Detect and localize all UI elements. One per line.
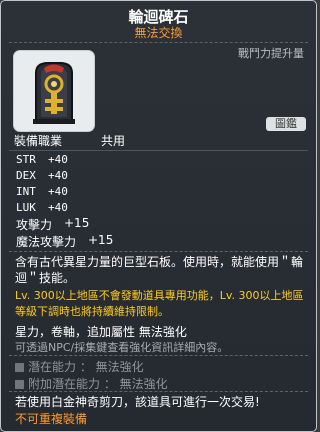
stat-label: LUK <box>16 201 36 214</box>
enhance-status: 星力，卷軸，追加屬性 無法強化 <box>15 325 187 339</box>
tombstone-item-icon <box>33 62 75 124</box>
job-label: 裝備職業 <box>14 134 63 148</box>
item-description: 含有古代異星力量的巨型石板。使用時，就能使用＂輪迴＂技能。 <box>15 255 304 285</box>
stat-label: 魔法攻擊力 <box>16 235 77 249</box>
stat-value: +15 <box>88 233 114 247</box>
divider <box>9 42 308 43</box>
stat-label: STR <box>16 153 36 166</box>
stat-label: 攻擊力 <box>16 218 53 232</box>
potential-icon <box>15 363 24 372</box>
stat-luk: LUK +40 <box>16 201 68 214</box>
stat-dex: DEX +40 <box>16 169 68 182</box>
scissors-notice: 若使用白金神奇剪刀，該道具可進行一次交易! <box>15 395 260 409</box>
stat-label: INT <box>16 185 36 198</box>
trade-status: 無法交換 <box>134 26 183 40</box>
stat-value: +40 <box>48 185 68 198</box>
divider <box>9 391 308 392</box>
stat-value: +40 <box>48 201 68 214</box>
stat-value: +15 <box>64 216 90 230</box>
divider <box>9 150 308 151</box>
divider <box>9 355 308 356</box>
job-value: 共用 <box>101 134 126 148</box>
bonus-potential-icon <box>15 380 24 389</box>
enhance-note: 可透過NPC/採集鍵查看強化資訊詳細內容。 <box>15 341 229 354</box>
stat-str: STR +40 <box>16 153 68 166</box>
stat-magic-attack: 魔法攻擊力 +15 <box>16 233 113 250</box>
stat-value: +40 <box>48 169 68 182</box>
bonus-potential-text: 附加潛在能力 ： 無法強化 <box>28 377 168 391</box>
potential-line: 潛在能力 ： 無法強化 <box>15 358 144 375</box>
stat-value: +40 <box>48 153 68 166</box>
stat-attack: 攻擊力 +15 <box>16 216 89 233</box>
stat-int: INT +40 <box>16 185 68 198</box>
divider <box>9 251 308 252</box>
bonus-potential-line: 附加潛在能力 ： 無法強化 <box>15 375 168 392</box>
level-warning: Lv. 300以上地區不會發動道具專用功能，Lv. 300以上地區等級下調時也將… <box>15 289 304 318</box>
combat-power-label: 戰鬥力提升量 <box>238 47 304 60</box>
item-icon-frame <box>13 50 95 132</box>
collection-button[interactable]: 圖鑑 <box>266 117 306 131</box>
stat-label: DEX <box>16 169 36 182</box>
item-tooltip: 輪迴碑石 無法交換 戰鬥力提升量 圖鑑 裝備職業 共用 STR +40 DEX +4… <box>0 0 317 432</box>
no-duplicate-equip: 不可重複裝備 <box>15 412 88 426</box>
potential-text: 潛在能力 ： 無法強化 <box>28 360 144 374</box>
